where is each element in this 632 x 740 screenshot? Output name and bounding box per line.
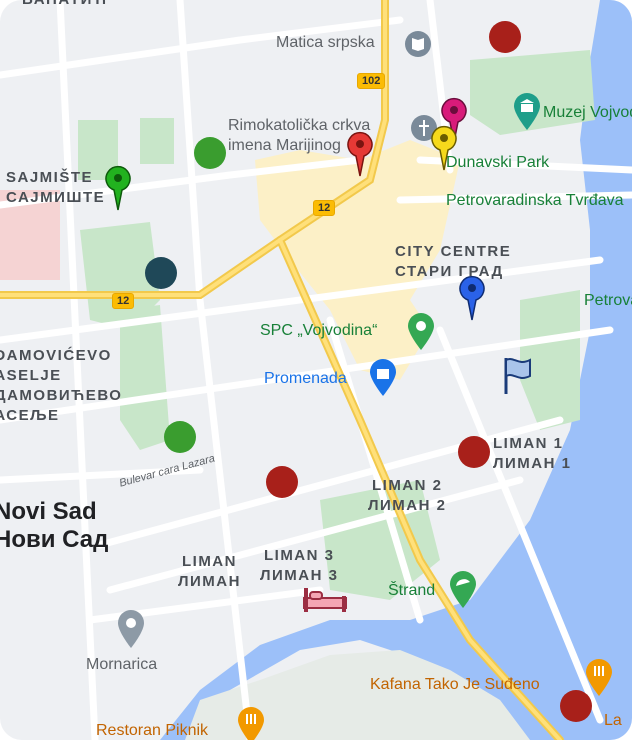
poi-label-piknik[interactable]: Restoran Piknik — [96, 722, 208, 740]
marker-dot-red[interactable] — [458, 436, 490, 468]
district-label-banatic: БАНАТИЋ — [22, 0, 108, 10]
poi-label-matica[interactable]: Matica srpska — [276, 34, 375, 52]
restaurant-icon[interactable] — [584, 658, 614, 698]
restaurant-icon[interactable] — [236, 706, 266, 740]
route-shield-12-west: 12 — [112, 293, 135, 309]
route-shield-102: 102 — [357, 73, 386, 89]
marker-dot-green[interactable] — [194, 137, 226, 169]
beach-icon[interactable] — [448, 570, 478, 610]
district-label-city-centre: CITY CENTRE СТАРИ ГРАД — [395, 243, 512, 280]
district-label-liman2: LIMAN 2 ЛИМАН 2 — [368, 477, 447, 514]
city-label: Novi Sad Нови Сад — [0, 498, 109, 553]
poi-label-petrovaradinska[interactable]: Petrovaradinska Tvrđava — [446, 192, 624, 210]
district-label-liman3: LIMAN 3 ЛИМАН 3 — [260, 547, 339, 584]
route-shield-12-east: 12 — [313, 200, 336, 216]
map-pin-red[interactable] — [346, 130, 374, 178]
marker-dot-red[interactable] — [560, 690, 592, 722]
district-label-adamovicevo: ADAMOVIĆEVO NASELJE АДАМОВИЋЕВО НАСЕЉЕ — [0, 347, 123, 424]
location-pin-icon[interactable] — [116, 608, 146, 650]
marker-dot-green[interactable] — [164, 421, 196, 453]
map-pin-yellow[interactable] — [430, 124, 458, 172]
map-pin-blue[interactable] — [458, 274, 486, 322]
park-3 — [120, 305, 170, 450]
poi-label-kafana[interactable]: Kafana Tako Je Suđeno — [370, 676, 540, 694]
district-label-liman: LIMAN ЛИМАН — [178, 553, 241, 590]
park-1 — [140, 118, 174, 164]
bed-icon[interactable] — [302, 586, 348, 614]
poi-label-la[interactable]: La — [604, 712, 622, 730]
poi-label-petro[interactable]: Petrovaradin — [584, 292, 632, 310]
poi-label-promenada[interactable]: Promenada — [264, 370, 347, 388]
poi-label-muzej[interactable]: Muzej Vojvodine — [543, 104, 632, 122]
marker-dot-red[interactable] — [489, 21, 521, 53]
poi-label-strand[interactable]: Štrand — [388, 582, 435, 600]
poi-label-mornarica[interactable]: Mornarica — [86, 656, 157, 674]
poi-label-spc[interactable]: SPC „Vojvodina“ — [260, 322, 377, 340]
district-label-sajmiste: SAJMIŠTE САЈМИШТЕ — [6, 169, 106, 206]
marker-dot-navy[interactable] — [145, 257, 177, 289]
marker-dot-red[interactable] — [266, 466, 298, 498]
shopping-icon[interactable] — [368, 358, 398, 398]
landmark-pin-icon[interactable] — [406, 312, 436, 352]
museum-icon[interactable] — [512, 92, 542, 132]
flag-icon[interactable] — [500, 354, 534, 396]
poi-label-dunavski-park[interactable]: Dunavski Park — [446, 154, 549, 172]
book-icon[interactable] — [404, 30, 432, 58]
map-pin-green[interactable] — [104, 164, 132, 212]
district-label-liman1: LIMAN 1 ЛИМАН 1 — [493, 435, 572, 472]
poi-label-church[interactable]: Rimokatolička crkva imena Marijinog — [228, 116, 418, 156]
map-view[interactable]: БАНАТИЋ SAJMIŠTE САЈМИШТЕ CITY CENTRE СТ… — [0, 0, 632, 740]
